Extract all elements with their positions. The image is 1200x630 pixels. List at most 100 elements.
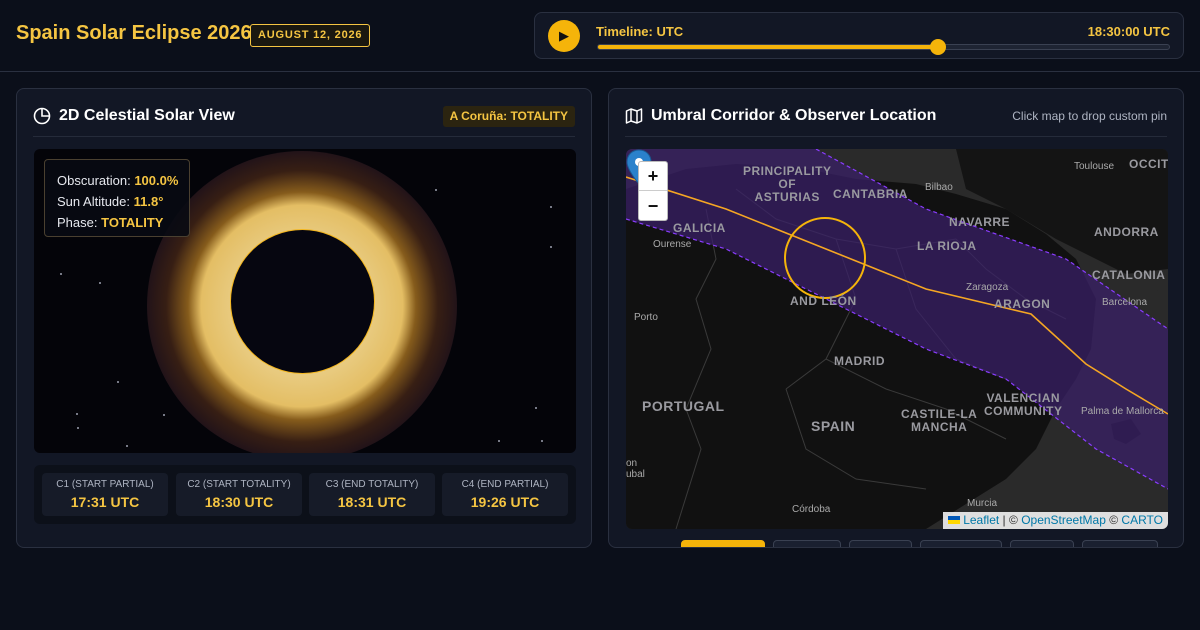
- map-view[interactable]: PRINCIPALITY OF ASTURIAS CANTABRIA Bilba…: [626, 149, 1168, 529]
- obscuration-value: 100.0%: [134, 173, 179, 188]
- label-galicia: GALICIA: [673, 221, 726, 235]
- star: [77, 426, 79, 429]
- zoom-control: + −: [638, 161, 668, 221]
- map-base: [626, 149, 1168, 529]
- date-badge: AUGUST 12, 2026: [250, 24, 371, 47]
- map-attribution: Leaflet | © OpenStreetMap © CARTO: [943, 512, 1168, 529]
- pie-chart-icon: [33, 107, 51, 125]
- panel-header: Umbral Corridor & Observer Location Clic…: [625, 89, 1167, 137]
- attribution-separator: ©: [1105, 513, 1122, 527]
- app-title: Spain Solar Eclipse 2026: [16, 22, 252, 44]
- contact-label: C3 (END TOTALITY): [325, 479, 419, 490]
- star: [76, 412, 79, 415]
- timeline-control: ▶ Timeline: UTC 18:30:00 UTC: [534, 12, 1184, 59]
- contact-c1: C1 (START PARTIAL) 17:31 UTC: [42, 473, 168, 516]
- timeline-label: Timeline: UTC: [596, 24, 684, 39]
- label-castile-leon: AND LEÓN: [790, 294, 857, 308]
- contact-time: 18:31 UTC: [337, 494, 407, 510]
- location-button[interactable]: [849, 540, 912, 547]
- play-button[interactable]: ▶: [548, 20, 580, 52]
- star: [549, 246, 552, 249]
- map-icon: [625, 108, 643, 124]
- label-spain: SPAIN: [811, 418, 856, 434]
- label-zaragoza: Zaragoza: [966, 282, 1009, 293]
- label-castile-mancha: CASTILE-LA MANCHA: [901, 407, 978, 434]
- panel-title: 2D Celestial Solar View: [59, 107, 235, 124]
- label-cantabria: CANTABRIA: [833, 187, 908, 201]
- star: [116, 380, 119, 383]
- star: [435, 188, 438, 191]
- contact-time: 19:26 UTC: [470, 494, 540, 510]
- location-button-active[interactable]: [681, 540, 765, 547]
- label-la-rioja: LA RIOJA: [917, 239, 977, 253]
- location-button[interactable]: [1010, 540, 1074, 547]
- star: [497, 439, 500, 442]
- star: [59, 272, 62, 275]
- altitude-value: 11.8°: [133, 194, 164, 209]
- label-lisbon: on ubal: [626, 458, 645, 480]
- obscuration-row: Obscuration: 100.0%: [57, 170, 179, 191]
- timeline-slider-thumb[interactable]: [929, 39, 946, 55]
- location-button[interactable]: [1082, 540, 1158, 547]
- moon-disc: [231, 230, 374, 373]
- contact-label: C2 (START TOTALITY): [187, 479, 291, 490]
- label-cordoba: Córdoba: [792, 504, 831, 515]
- label-valencian: VALENCIAN COMMUNITY: [984, 391, 1063, 418]
- star: [534, 407, 537, 410]
- contact-label: C1 (START PARTIAL): [56, 479, 154, 490]
- label-aragon: ARAGON: [994, 297, 1051, 311]
- leaflet-link[interactable]: Leaflet: [963, 513, 999, 527]
- label-asturias: PRINCIPALITY OF ASTURIAS: [743, 164, 832, 204]
- sky-view: Obscuration: 100.0% Sun Altitude: 11.8° …: [34, 149, 576, 453]
- label-barcelona: Barcelona: [1102, 297, 1148, 308]
- phase-label: Phase:: [57, 215, 98, 230]
- contact-c2: C2 (START TOTALITY) 18:30 UTC: [176, 473, 302, 516]
- label-porto: Porto: [634, 312, 658, 323]
- panel-title: Umbral Corridor & Observer Location: [651, 107, 937, 124]
- timeline-slider-fill: [598, 45, 938, 49]
- label-palma: Palma de Mallorca: [1081, 406, 1164, 417]
- label-navarre: NAVARRE: [949, 215, 1011, 229]
- label-murcia: Murcia: [967, 498, 998, 509]
- contact-c3: C3 (END TOTALITY) 18:31 UTC: [309, 473, 435, 516]
- app-header: Spain Solar Eclipse 2026 AUGUST 12, 2026…: [0, 0, 1200, 72]
- altitude-row: Sun Altitude: 11.8°: [57, 191, 177, 212]
- map-hint: Click map to drop custom pin: [1012, 109, 1167, 123]
- star: [162, 414, 165, 417]
- star: [126, 444, 128, 447]
- label-occitanie: OCCITA: [1129, 157, 1168, 171]
- star: [550, 205, 553, 208]
- contact-label: C4 (END PARTIAL): [461, 479, 549, 490]
- label-catalonia: CATALONIA: [1092, 268, 1166, 282]
- contact-time: 18:30 UTC: [204, 494, 274, 510]
- location-button[interactable]: [920, 540, 1002, 547]
- label-toulouse: Toulouse: [1074, 161, 1115, 172]
- attribution-separator: | ©: [999, 513, 1022, 527]
- altitude-label: Sun Altitude:: [57, 194, 130, 209]
- label-ourense: Ourense: [653, 239, 692, 250]
- timeline-time: 18:30:00 UTC: [1087, 24, 1170, 39]
- star: [99, 282, 102, 285]
- location-button[interactable]: [773, 540, 841, 547]
- zoom-in-button[interactable]: +: [639, 162, 667, 191]
- label-madrid: MADRID: [834, 354, 885, 368]
- timeline-slider[interactable]: [597, 39, 1170, 55]
- ukraine-flag-icon: [948, 516, 961, 524]
- status-badge: A Coruña: TOTALITY: [442, 106, 575, 127]
- eclipse-info-box: Obscuration: 100.0% Sun Altitude: 11.8° …: [44, 159, 190, 237]
- label-portugal: PORTUGAL: [642, 398, 725, 414]
- osm-link[interactable]: OpenStreetMap: [1021, 513, 1106, 527]
- phase-row: Phase: TOTALITY: [57, 212, 177, 233]
- contact-time: 17:31 UTC: [70, 494, 140, 510]
- contact-c4: C4 (END PARTIAL) 19:26 UTC: [442, 473, 568, 516]
- star: [541, 439, 544, 442]
- label-andorra: ANDORRA: [1094, 225, 1159, 239]
- carto-link[interactable]: CARTO: [1121, 513, 1163, 527]
- map-panel: Umbral Corridor & Observer Location Clic…: [608, 88, 1184, 548]
- play-icon: ▶: [559, 28, 569, 43]
- celestial-view-panel: 2D Celestial Solar View A Coruña: TOTALI…: [16, 88, 592, 548]
- phase-value: TOTALITY: [101, 215, 164, 230]
- obscuration-label: Obscuration:: [57, 173, 131, 188]
- label-bilbao: Bilbao: [925, 182, 953, 193]
- zoom-out-button[interactable]: −: [639, 192, 667, 221]
